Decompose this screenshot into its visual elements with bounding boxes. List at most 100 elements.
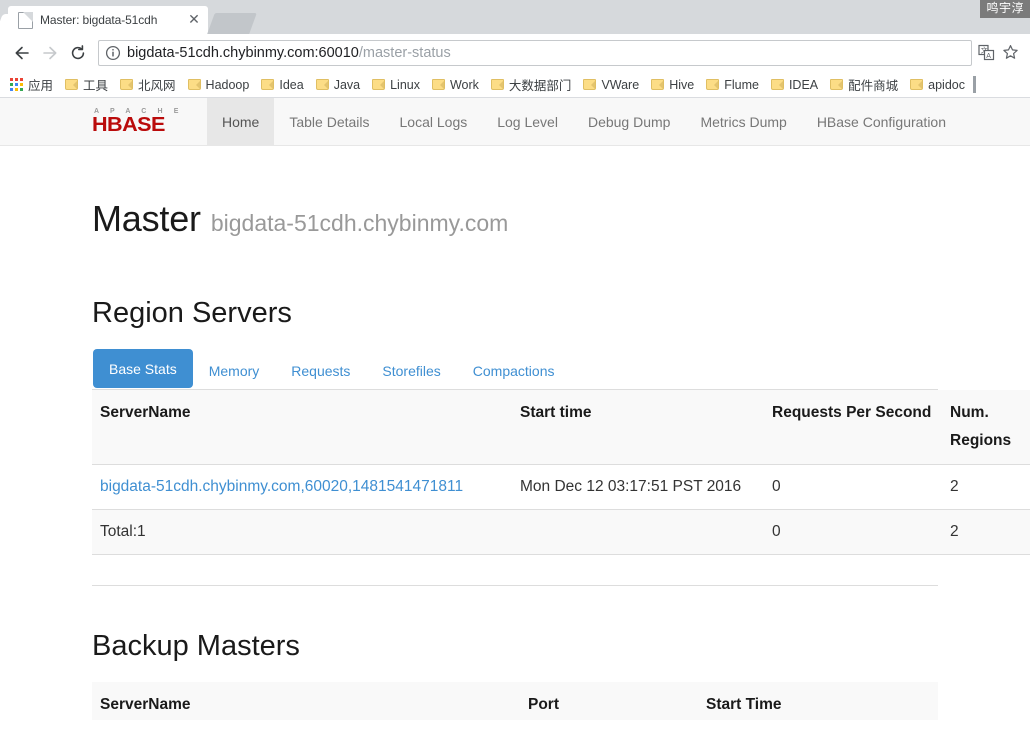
close-icon[interactable]: ✕ [186, 12, 202, 28]
folder-icon [120, 79, 134, 90]
apps-grid-icon [10, 78, 23, 91]
bookmarks-bar: 应用 工具 北风网 Hadoop Idea Java Linux Work 大数… [0, 72, 1030, 98]
nav-item-home[interactable]: Home [207, 98, 275, 146]
bookmark-label: Idea [279, 77, 304, 92]
page-container: Master bigdata-51cdh.chybinmy.com Region … [0, 146, 1030, 720]
hbase-wordmark: HBASE [92, 114, 165, 136]
hbase-logo[interactable]: A P A C H E HBASE [92, 108, 187, 135]
tab-base-stats[interactable]: Base Stats [93, 349, 193, 388]
arrow-right-icon [43, 46, 57, 59]
browser-tab-title: Master: bigdata-51cdh [40, 13, 158, 27]
cell-total-num-regions: 2 [942, 509, 1030, 555]
bookmarks-overflow-indicator[interactable] [972, 76, 976, 93]
page-title-subtitle: bigdata-51cdh.chybinmy.com [210, 210, 509, 236]
bookmark-label: 大数据部门 [508, 79, 572, 93]
table-header-row: ServerName Start time Requests Per Secon… [92, 390, 1030, 465]
browser-tab-active[interactable]: Master: bigdata-51cdh ✕ [8, 6, 208, 34]
bookmark-item[interactable]: Work [426, 74, 485, 96]
column-header-start-time[interactable]: Start time [512, 390, 764, 465]
bookmark-item[interactable]: Flume [700, 74, 765, 96]
folder-icon [830, 79, 844, 90]
browser-tab-strip: Master: bigdata-51cdh ✕ 鸣宇淳 [0, 0, 1030, 34]
bookmark-label: 应用 [28, 79, 54, 93]
section-title-region-servers: Region Servers [92, 297, 292, 329]
section-title-backup-masters: Backup Masters [92, 630, 300, 662]
back-button[interactable] [8, 39, 36, 67]
omnibox-actions: 文 A [974, 41, 1022, 65]
folder-icon [770, 79, 784, 90]
nav-item-metrics-dump[interactable]: Metrics Dump [685, 98, 801, 146]
browser-toolbar: bigdata-51cdh.chybinmy.com:60010/master-… [0, 34, 1030, 72]
bookmark-item[interactable]: Linux [366, 74, 426, 96]
hbase-nav-items: Home Table Details Local Logs Log Level … [207, 98, 961, 146]
bookmark-item[interactable]: Java [310, 74, 366, 96]
bookmark-star-icon[interactable] [998, 41, 1022, 65]
page-content: A P A C H E HBASE Home Table Details Loc… [0, 98, 1030, 720]
translate-icon[interactable]: 文 A [974, 41, 998, 65]
column-header-backup-start-time[interactable]: Start Time [698, 682, 938, 720]
column-header-requests-per-second[interactable]: Requests Per Second [764, 390, 942, 465]
svg-text:A: A [986, 53, 991, 60]
bookmark-item[interactable]: apidoc [904, 74, 971, 96]
column-header-servername[interactable]: ServerName [92, 390, 512, 465]
bookmark-item[interactable]: 工具 [59, 74, 114, 96]
backup-masters-table: ServerName Port Start Time [92, 682, 938, 720]
nav-item-hbase-configuration[interactable]: HBase Configuration [802, 98, 961, 146]
nav-item-table-details[interactable]: Table Details [274, 98, 384, 146]
column-header-backup-port[interactable]: Port [520, 682, 698, 720]
bookmark-item[interactable]: IDEA [765, 74, 824, 96]
tab-storefiles[interactable]: Storefiles [366, 351, 456, 390]
bookmark-item[interactable]: Hadoop [182, 74, 256, 96]
section-divider [92, 585, 938, 586]
reload-button[interactable] [64, 39, 92, 67]
bookmark-item[interactable]: 北风网 [114, 74, 182, 96]
folder-icon [187, 79, 201, 90]
url-host: bigdata-51cdh.chybinmy.com:60010 [127, 44, 359, 61]
column-header-backup-servername[interactable]: ServerName [92, 682, 520, 720]
cell-total-label: Total:1 [92, 509, 512, 555]
nav-item-debug-dump[interactable]: Debug Dump [573, 98, 686, 146]
bookmark-item[interactable]: 大数据部门 [485, 74, 578, 96]
address-bar[interactable]: bigdata-51cdh.chybinmy.com:60010/master-… [98, 39, 972, 66]
region-servers-table-body: bigdata-51cdh.chybinmy.com,60020,1481541… [92, 464, 1030, 555]
cell-total-requests-per-second: 0 [764, 509, 942, 555]
browser-window: Master: bigdata-51cdh ✕ 鸣宇淳 bigdata-51cd… [0, 0, 1030, 720]
bookmark-item[interactable]: VWare [577, 74, 645, 96]
backup-masters-table-head: ServerName Port Start Time [92, 682, 938, 720]
folder-icon [431, 79, 445, 90]
bookmark-label: IDEA [788, 77, 819, 92]
new-tab-button[interactable] [207, 13, 257, 34]
bookmark-item[interactable]: Idea [255, 74, 309, 96]
folder-icon [706, 79, 720, 90]
column-header-num-regions[interactable]: Num. Regions [942, 390, 1030, 465]
bookmark-label: apidoc [928, 77, 965, 92]
hbase-navbar: A P A C H E HBASE Home Table Details Loc… [0, 98, 1030, 146]
region-server-link[interactable]: bigdata-51cdh.chybinmy.com,60020,1481541… [100, 478, 463, 495]
region-servers-tabs: Base Stats Memory Requests Storefiles Co… [92, 349, 938, 390]
nav-item-log-level[interactable]: Log Level [482, 98, 573, 146]
nav-item-local-logs[interactable]: Local Logs [385, 98, 483, 146]
window-user-badge: 鸣宇淳 [980, 0, 1030, 18]
tab-memory[interactable]: Memory [193, 351, 276, 390]
site-info-icon[interactable] [105, 45, 121, 61]
tab-requests[interactable]: Requests [275, 351, 366, 390]
bookmark-item[interactable]: 配件商城 [824, 74, 904, 96]
cell-num-regions: 2 [942, 464, 1030, 510]
table-row: bigdata-51cdh.chybinmy.com,60020,1481541… [92, 464, 1030, 510]
folder-icon [315, 79, 329, 90]
forward-button [36, 39, 64, 67]
address-bar-url: bigdata-51cdh.chybinmy.com:60010/master-… [127, 45, 451, 61]
bookmark-label: 配件商城 [848, 79, 899, 93]
bookmark-apps[interactable]: 应用 [4, 74, 59, 96]
folder-icon [910, 79, 924, 90]
bookmark-label: Work [449, 77, 479, 92]
page-header: Master bigdata-51cdh.chybinmy.com [92, 146, 938, 253]
table-header-row: ServerName Port Start Time [92, 682, 938, 720]
folder-icon [372, 79, 386, 90]
page-title-text: Master [92, 198, 201, 239]
tab-compactions[interactable]: Compactions [457, 351, 571, 390]
folder-icon [490, 79, 504, 90]
page-favicon-icon [18, 11, 33, 29]
bookmark-item[interactable]: Hive [645, 74, 700, 96]
bookmark-label: 工具 [83, 79, 109, 93]
